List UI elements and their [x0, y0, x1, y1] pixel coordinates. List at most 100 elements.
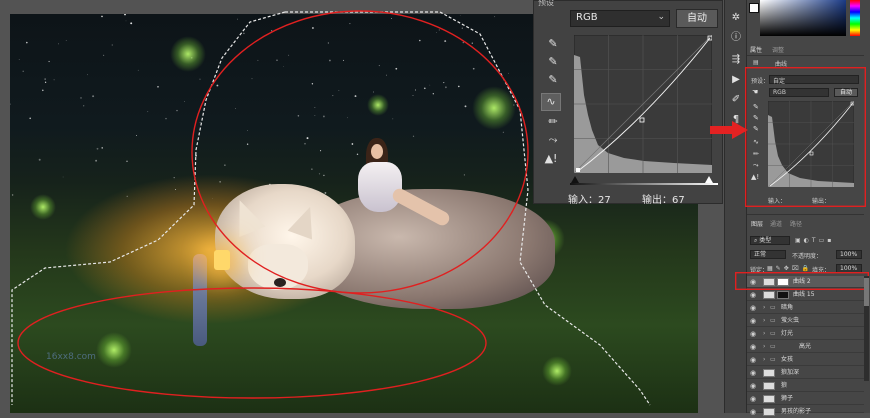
star — [199, 121, 201, 123]
layer-row[interactable]: ◉ 狼加深 — [747, 367, 864, 379]
adjustments-icon[interactable]: ✲ — [727, 10, 745, 26]
layer-row[interactable]: ◉ 曲线 15 — [747, 289, 864, 301]
opacity-input[interactable]: 100% — [836, 250, 862, 259]
smooth-curve-icon[interactable]: ⤳ — [753, 161, 759, 170]
layer-filter-value: 类型 — [759, 237, 772, 244]
tab-properties[interactable]: 属性 — [750, 45, 762, 54]
tab-layers[interactable]: 图层 — [751, 219, 763, 228]
eyedropper-white-icon[interactable]: ✎ — [544, 72, 562, 88]
layer-row[interactable]: ◉ › ▭ 灯光 — [747, 328, 864, 340]
info-icon[interactable]: ⓘ — [727, 30, 745, 46]
layer-row[interactable]: ◉ › ▭ 女孩 — [747, 354, 864, 366]
tab-adjustments[interactable]: 调整 — [772, 45, 784, 54]
color-picker-field[interactable] — [760, 0, 846, 36]
star — [80, 97, 82, 99]
eyedropper-black-icon[interactable]: ✎ — [544, 36, 562, 52]
eyedropper-black-icon[interactable]: ✎ — [753, 103, 759, 111]
layer-row[interactable]: ◉ › ▭ 高光 — [747, 341, 864, 353]
star — [314, 107, 316, 109]
mini-curve-graph[interactable] — [768, 101, 854, 187]
targeted-adjust-icon[interactable]: ☚ — [752, 88, 758, 96]
hue-slider[interactable] — [850, 0, 860, 36]
star — [42, 89, 44, 92]
tab-paths[interactable]: 路径 — [790, 219, 802, 228]
channel-select[interactable]: RGB ⌄ — [570, 10, 670, 27]
brush-icon[interactable]: ✐ — [727, 92, 745, 108]
gradient-bar — [570, 183, 718, 185]
eye-icon[interactable]: ◉ — [750, 315, 756, 327]
chevron-right-icon[interactable]: › — [763, 315, 765, 327]
eye-icon[interactable]: ◉ — [750, 380, 756, 392]
eye-icon[interactable]: ◉ — [750, 406, 756, 418]
foreground-swatch[interactable] — [749, 3, 759, 13]
eyedropper-white-icon[interactable]: ✎ — [753, 125, 759, 133]
eye-icon[interactable]: ◉ — [750, 289, 756, 301]
history-icon[interactable]: ⇶ — [727, 52, 745, 68]
layer-name: 狼 — [781, 382, 788, 389]
chevron-right-icon[interactable]: › — [763, 341, 765, 353]
curve-point-tool-icon[interactable]: ∿ — [541, 93, 561, 111]
clipping-warning-icon[interactable]: ▲! — [542, 151, 560, 167]
star — [53, 79, 55, 81]
star — [461, 27, 463, 29]
eye-icon[interactable]: ◉ — [750, 354, 756, 366]
filter-type-icons[interactable]: ▣◐T▭▪ — [795, 237, 834, 244]
eyedropper-gray-icon[interactable]: ✎ — [544, 54, 562, 70]
star — [457, 85, 460, 88]
pencil-icon[interactable]: ✏ — [544, 114, 562, 130]
eye-icon[interactable]: ◉ — [750, 367, 756, 379]
chevron-right-icon[interactable]: › — [763, 328, 765, 340]
lock-icons[interactable]: ▦✎✥⌧🔒 — [767, 265, 812, 272]
firefly-glow — [542, 356, 572, 386]
star — [342, 59, 345, 61]
layer-thumbnail — [763, 395, 775, 403]
eye-icon[interactable]: ◉ — [750, 302, 756, 314]
curve-graph[interactable] — [574, 35, 712, 173]
chevron-right-icon[interactable]: › — [763, 302, 765, 314]
eye-icon[interactable]: ◉ — [750, 341, 756, 353]
star — [378, 65, 380, 67]
star — [412, 95, 414, 96]
chevron-right-icon[interactable]: › — [763, 354, 765, 366]
eyedropper-gray-icon[interactable]: ✎ — [753, 114, 759, 122]
eye-icon[interactable]: ◉ — [750, 328, 756, 340]
star — [347, 117, 348, 119]
mini-preset-select[interactable]: 自定 — [769, 75, 859, 85]
layer-row[interactable]: ◉ 狮子 — [747, 393, 864, 405]
black-point-slider[interactable] — [571, 176, 579, 183]
clipping-warning-icon[interactable]: ▲! — [751, 173, 759, 181]
curves-dialog[interactable]: 预设 RGB ⌄ 自动 ✎ ✎ ✎ ∿ ✏ ⤳ ▲! 输入：27 输出：67 — [533, 0, 723, 206]
layer-filter-select[interactable]: ⌕ 类型 — [750, 236, 790, 245]
star — [224, 164, 226, 166]
mini-channel-value: RGB — [773, 89, 786, 96]
tab-channels[interactable]: 通道 — [770, 219, 782, 228]
layer-name: 女孩 — [781, 356, 794, 363]
preset-label: 预设 — [538, 0, 554, 7]
firefly-glow — [96, 332, 132, 368]
white-point-slider[interactable] — [705, 176, 713, 183]
layer-row[interactable]: ◉ › ▭ 萤火虫 — [747, 315, 864, 327]
star — [83, 105, 85, 107]
star — [235, 108, 236, 109]
pencil-icon[interactable]: ✏ — [753, 150, 759, 158]
star — [351, 143, 354, 145]
mini-auto-button[interactable]: 自动 — [834, 88, 858, 97]
star — [373, 91, 374, 93]
layers-scrollbar-thumb[interactable] — [864, 278, 869, 306]
star — [65, 40, 67, 41]
star — [126, 195, 128, 197]
curve-point-tool-icon[interactable]: ∿ — [753, 138, 759, 146]
actions-icon[interactable]: ▶ — [727, 72, 745, 88]
star — [10, 103, 11, 105]
layer-row[interactable]: ◉ 男孩的影子 — [747, 406, 864, 416]
star — [38, 158, 41, 161]
girl-dress — [358, 162, 402, 212]
eye-icon[interactable]: ◉ — [750, 393, 756, 405]
layer-name: 灯光 — [781, 330, 794, 337]
layer-row[interactable]: ◉ › ▭ 暗角 — [747, 302, 864, 314]
blend-mode-select[interactable]: 正常 — [750, 250, 786, 259]
mini-channel-select[interactable]: RGB — [769, 88, 829, 97]
smooth-curve-icon[interactable]: ⤳ — [544, 132, 562, 148]
layer-row[interactable]: ◉ 狼 — [747, 380, 864, 392]
auto-button[interactable]: 自动 — [676, 9, 718, 28]
